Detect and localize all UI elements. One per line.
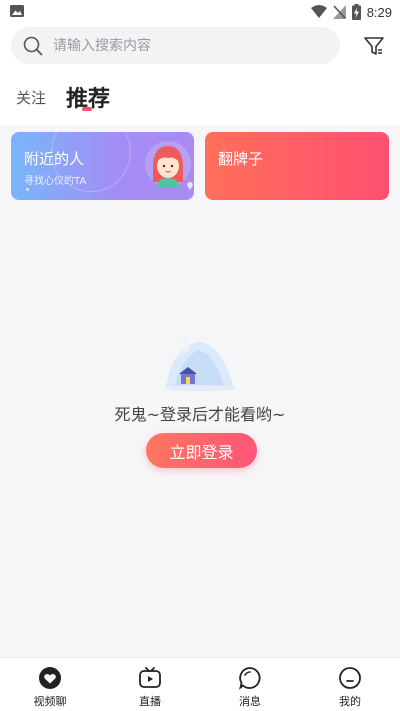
nav-label: 直播 (139, 695, 161, 708)
nearby-card-subtitle: 寻找心仪的TA (24, 176, 87, 187)
nav-item-mine[interactable]: 我的 (300, 658, 400, 711)
status-bar: 8:29 (0, 0, 400, 24)
no-signal-icon (332, 5, 346, 19)
clock: 8:29 (366, 4, 392, 20)
search-input[interactable] (53, 27, 333, 64)
nav-item-live[interactable]: 直播 (100, 658, 200, 711)
login-prompt-message: 死鬼~登录后才能看哟~ (114, 405, 286, 424)
profile-face-icon (339, 667, 361, 689)
location-pin-icon (187, 182, 193, 190)
search-icon (23, 36, 43, 56)
nav-label: 我的 (339, 695, 361, 708)
nearby-card-title: 附近的人 (24, 150, 85, 168)
flip-card-title: 翻牌子 (218, 150, 264, 168)
empty-state-illustration (164, 334, 236, 391)
tv-icon (139, 667, 161, 688)
flip-card[interactable]: 翻牌子 (205, 132, 389, 200)
chat-bubble-icon (239, 667, 261, 690)
bottom-navigation: 视频聊 直播 消息 我的 (0, 657, 400, 711)
gallery-notification-icon (10, 5, 24, 17)
filter-icon[interactable] (362, 34, 386, 58)
nearby-people-card[interactable]: 附近的人 寻找心仪的TA (11, 132, 194, 200)
nav-item-video-chat[interactable]: 视频聊 (0, 658, 100, 711)
wifi-icon (310, 5, 327, 18)
tab-follow[interactable]: 关注 (16, 87, 46, 108)
card-decoration-dot (26, 188, 29, 191)
active-tab-indicator (82, 107, 92, 111)
login-button[interactable]: 立即登录 (146, 433, 257, 468)
heart-icon (39, 667, 61, 689)
nav-item-messages[interactable]: 消息 (200, 658, 300, 711)
search-bar[interactable] (11, 27, 340, 64)
nav-label: 消息 (239, 695, 261, 708)
nav-label: 视频聊 (33, 695, 67, 708)
battery-charging-icon (351, 4, 361, 20)
